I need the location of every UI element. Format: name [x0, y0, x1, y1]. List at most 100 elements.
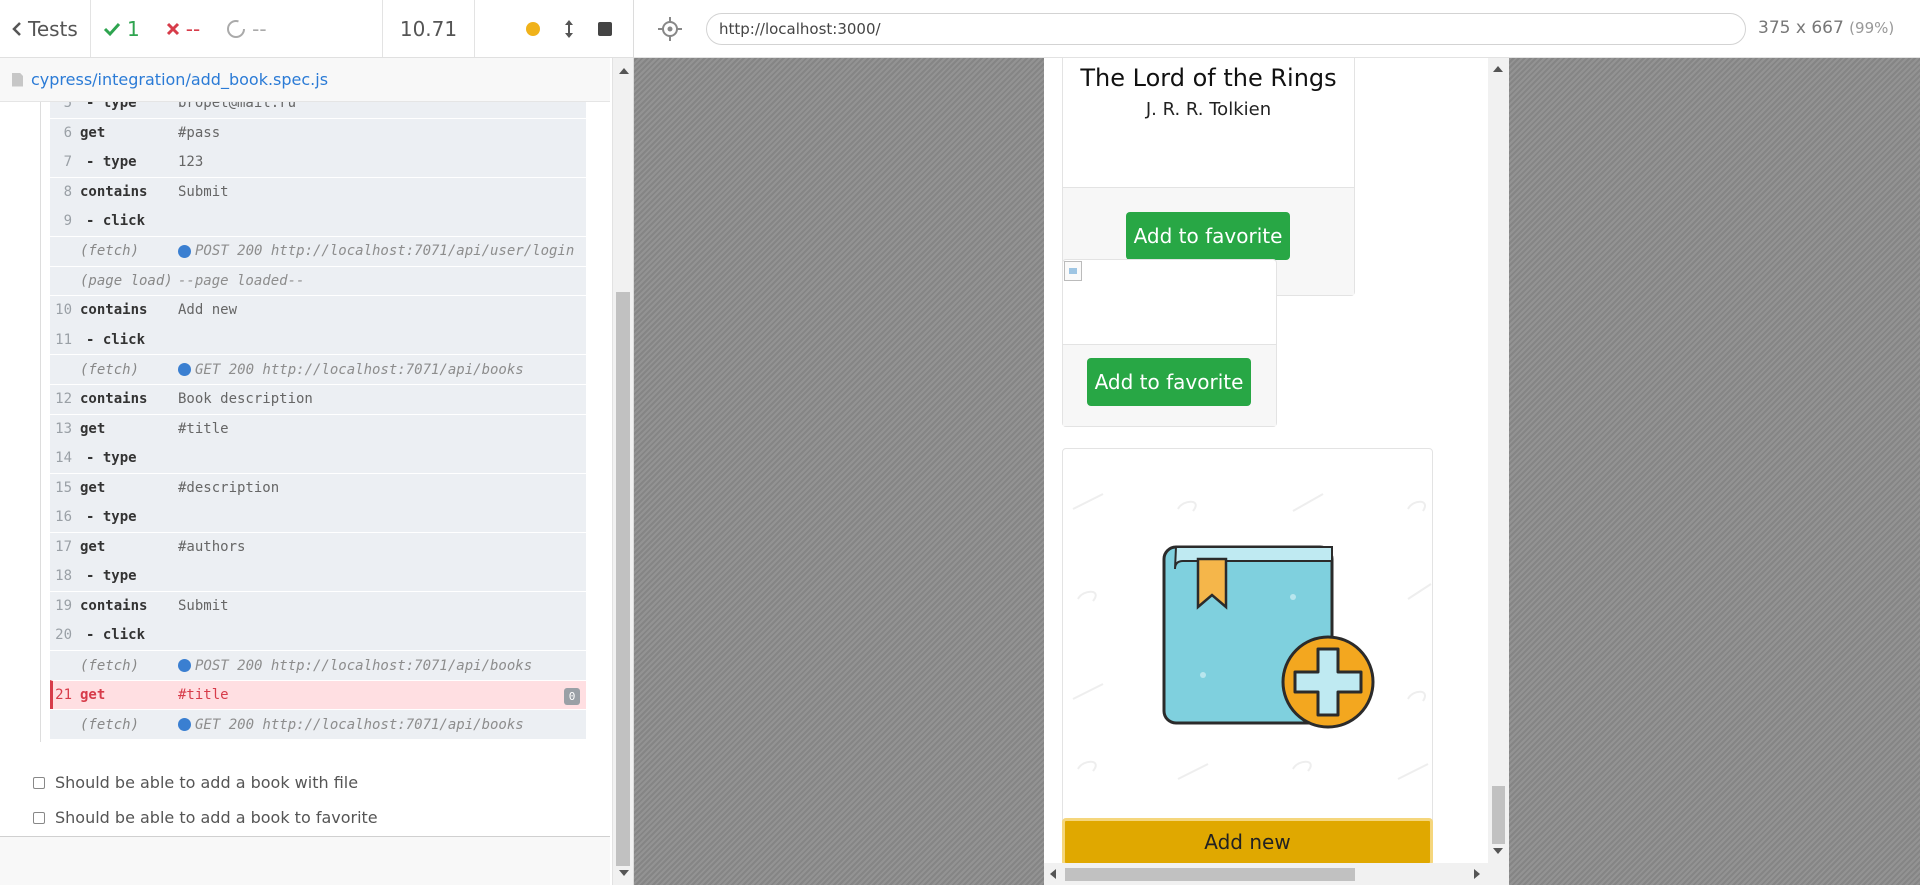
command-name: get: [80, 539, 106, 556]
command-message-text: #pass: [178, 124, 221, 141]
command-name: (fetch): [80, 657, 140, 674]
command-row[interactable]: 14 - type: [50, 443, 586, 473]
test-checkbox[interactable]: [33, 811, 45, 824]
running-indicator-icon: [526, 21, 540, 36]
command-number: 7: [63, 153, 72, 170]
scroll-up-icon[interactable]: [1493, 66, 1503, 72]
command-row-failed[interactable]: 21 get #title 0: [50, 679, 586, 710]
command-message: Book description: [178, 391, 586, 407]
url-field[interactable]: http://localhost:3000/: [706, 13, 1746, 45]
command-name: - type: [86, 153, 137, 170]
tests-button[interactable]: Tests: [0, 0, 91, 57]
command-message-text: GET 200 http://localhost:7071/api/books: [195, 361, 524, 378]
command-row[interactable]: 5 - type bropet@mail.ru: [50, 102, 586, 118]
passed-count: 1: [127, 16, 140, 41]
command-row[interactable]: 12 contains Book description: [50, 383, 586, 414]
command-message-text: #authors: [178, 539, 246, 556]
stop-icon[interactable]: [598, 21, 612, 36]
command-event-row[interactable]: (page load) --page loaded--: [50, 265, 586, 296]
command-number: 8: [63, 184, 72, 201]
app-horizontal-scrollbar[interactable]: [1044, 863, 1509, 885]
book-title: The Lord of the Rings: [1080, 64, 1337, 92]
command-row[interactable]: 11 - click: [50, 324, 586, 355]
command-row[interactable]: 20 - click: [50, 620, 586, 651]
command-message-text: Submit: [178, 598, 229, 615]
command-name: - click: [86, 331, 146, 348]
scroll-up-icon[interactable]: [619, 68, 629, 74]
command-row[interactable]: 18 - type: [50, 561, 586, 592]
scrollbar-thumb[interactable]: [1492, 786, 1505, 844]
command-row[interactable]: 17 get #authors: [50, 531, 586, 562]
add-book-illustration: [1072, 493, 1432, 780]
command-number: 19: [55, 598, 72, 615]
app-vertical-scrollbar[interactable]: [1488, 58, 1509, 863]
command-message-text: #description: [178, 480, 280, 497]
command-message: bropet@mail.ru: [178, 102, 586, 111]
scrollbar-thumb[interactable]: [616, 292, 630, 866]
scrollbar-thumb[interactable]: [1065, 868, 1355, 881]
command-row[interactable]: 15 get #description: [50, 472, 586, 503]
command-message: Add new: [178, 302, 586, 318]
command-log-scrollbar[interactable]: [612, 58, 633, 885]
command-row[interactable]: 19 contains Submit: [50, 591, 586, 621]
add-to-favorite-button[interactable]: Add to favorite: [1087, 358, 1251, 406]
spec-path-link[interactable]: cypress/integration/add_book.spec.js: [31, 70, 328, 89]
pending-stat[interactable]: --: [226, 17, 267, 41]
command-message: POST 200 http://localhost:7071/api/books: [178, 658, 586, 674]
command-row[interactable]: 10 contains Add new: [50, 295, 586, 325]
command-name: contains: [80, 184, 148, 201]
command-number: 15: [55, 480, 72, 497]
command-row[interactable]: 8 contains Submit: [50, 176, 586, 207]
command-number: 17: [55, 539, 72, 556]
failed-stat[interactable]: --: [166, 17, 200, 41]
command-event-row[interactable]: (fetch) POST 200 http://localhost:7071/ap…: [50, 235, 586, 266]
command-number: 6: [63, 124, 72, 141]
pending-circle-icon: [227, 19, 246, 38]
command-name: contains: [80, 391, 148, 408]
command-list: 5 - type bropet@mail.ru 6 get #pass 7 - type 123…: [50, 102, 586, 740]
scroll-left-icon[interactable]: [1050, 869, 1056, 879]
element-count-badge: 0: [564, 687, 580, 705]
command-message: #authors: [178, 539, 586, 555]
command-event-row[interactable]: (fetch) GET 200 http://localhost:7071/api…: [50, 709, 586, 740]
scroll-right-icon[interactable]: [1474, 869, 1480, 879]
auto-scroll-arrows-icon[interactable]: [564, 19, 574, 39]
request-status-dot-icon: [178, 244, 191, 258]
add-new-button[interactable]: Add new: [1062, 818, 1433, 866]
file-icon: [12, 72, 23, 87]
command-number: 14: [55, 449, 72, 466]
command-message: GET 200 http://localhost:7071/api/books: [178, 362, 586, 378]
book-author: J. R. R. Tolkien: [1145, 99, 1272, 120]
test-item[interactable]: Should be able to add a book with file: [33, 773, 358, 792]
command-row[interactable]: 7 - type 123: [50, 147, 586, 177]
hook-indent-line: [40, 102, 41, 742]
command-name: - click: [86, 627, 146, 644]
command-message-text: Book description: [178, 391, 313, 408]
command-message: 123: [178, 154, 586, 170]
add-to-favorite-button[interactable]: Add to favorite: [1126, 212, 1290, 260]
selector-playground-crosshair-icon[interactable]: [654, 13, 686, 45]
add-new-card: [1062, 448, 1433, 846]
command-message-text: GET 200 http://localhost:7071/api/books: [195, 716, 524, 733]
command-list-area: 5 - type bropet@mail.ru 6 get #pass 7 - type 123…: [0, 102, 610, 742]
command-message-text: Submit: [178, 184, 229, 201]
command-message: #title: [178, 421, 586, 437]
command-event-row[interactable]: (fetch) GET 200 http://localhost:7071/api…: [50, 354, 586, 384]
command-name: - type: [86, 509, 137, 526]
passed-stat[interactable]: 1: [103, 17, 140, 41]
command-event-row[interactable]: (fetch) POST 200 http://localhost:7071/ap…: [50, 650, 586, 680]
command-message-text: --page loaded--: [178, 272, 305, 289]
command-message-text: #title: [178, 687, 229, 704]
command-name: get: [80, 420, 106, 437]
command-row[interactable]: 13 get #title: [50, 413, 586, 444]
test-checkbox[interactable]: [33, 776, 45, 789]
command-row[interactable]: 6 get #pass: [50, 117, 586, 148]
scroll-down-icon[interactable]: [619, 870, 629, 876]
command-row[interactable]: 16 - type: [50, 502, 586, 532]
command-row[interactable]: 9 - click: [50, 206, 586, 236]
test-item[interactable]: Should be able to add a book to favorite: [33, 808, 378, 827]
command-name: - click: [86, 213, 146, 230]
chevron-left-icon: [12, 21, 21, 36]
test-title: Should be able to add a book with file: [55, 773, 359, 792]
scroll-down-icon[interactable]: [1493, 848, 1503, 854]
